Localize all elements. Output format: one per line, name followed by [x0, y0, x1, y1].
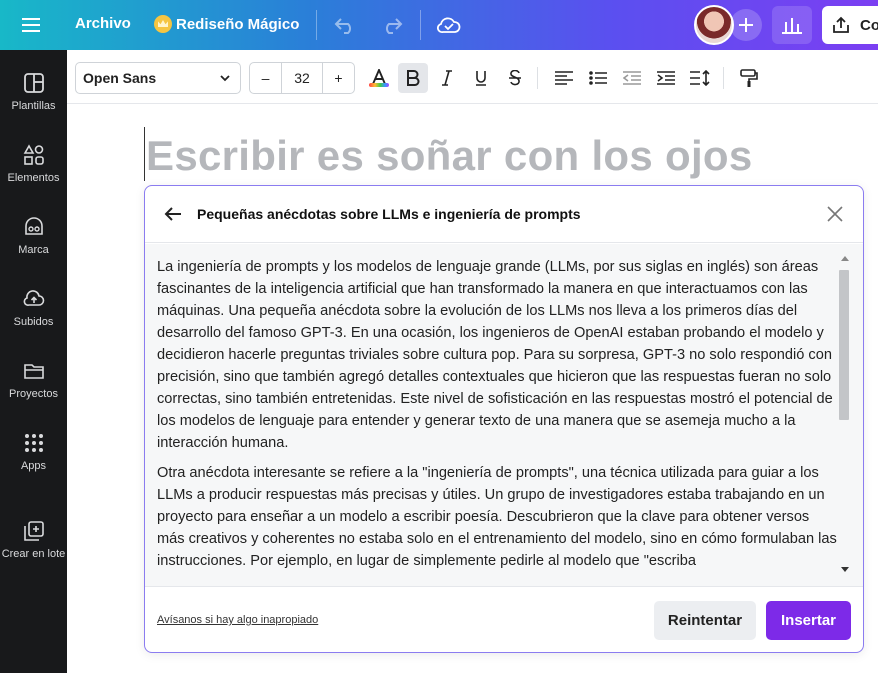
- generated-text-area[interactable]: La ingeniería de prompts y los modelos d…: [145, 244, 863, 587]
- font-family-select[interactable]: Open Sans: [75, 62, 241, 94]
- outdent-icon: [623, 71, 641, 85]
- share-button[interactable]: Co: [822, 6, 878, 44]
- magic-redesign-button[interactable]: Rediseño Mágico: [154, 15, 299, 33]
- sidebar-item-elements[interactable]: Elementos: [0, 136, 67, 196]
- apps-grid-icon: [24, 434, 43, 452]
- underline-icon: [476, 71, 486, 86]
- upload-icon: [23, 290, 44, 306]
- sidebar-item-label: Marca: [18, 244, 49, 256]
- panel-title: Pequeñas anécdotas sobre LLMs e ingenier…: [197, 206, 581, 222]
- scroll-up-arrow-icon[interactable]: [841, 256, 849, 261]
- sidebar-item-label: Plantillas: [11, 100, 56, 112]
- sidebar-item-label: Elementos: [7, 172, 60, 184]
- panel-header: Pequeñas anécdotas sobre LLMs e ingenier…: [145, 186, 863, 243]
- generated-paragraph: Otra anécdota interesante se refiere a l…: [157, 465, 837, 569]
- brand-icon: [24, 217, 43, 235]
- align-left-button[interactable]: [549, 63, 579, 93]
- magic-write-panel: Pequeñas anécdotas sobre LLMs e ingenier…: [144, 185, 864, 653]
- sidebar-item-bulk-create[interactable]: Crear en lote: [0, 512, 67, 572]
- sidebar-item-brand[interactable]: Marca: [0, 208, 67, 268]
- cloud-saved-icon[interactable]: [437, 13, 461, 37]
- file-menu[interactable]: Archivo: [75, 15, 131, 32]
- generated-text: La ingeniería de prompts y los modelos d…: [157, 256, 837, 580]
- avatar[interactable]: [694, 5, 734, 45]
- menu-icon[interactable]: [18, 12, 44, 38]
- font-size-decrease-button[interactable]: –: [250, 63, 282, 93]
- font-size-stepper: – 32 +: [249, 62, 355, 94]
- sidebar-item-label: Subidos: [13, 316, 54, 328]
- retry-button[interactable]: Reintentar: [654, 601, 756, 640]
- divider: [316, 10, 317, 40]
- bullet-list-icon: [589, 71, 607, 85]
- sidebar-item-label: Proyectos: [9, 388, 58, 400]
- undo-icon[interactable]: [333, 13, 357, 37]
- text-format-toolbar: Open Sans – 32 +: [67, 50, 878, 104]
- canvas-headline-text[interactable]: Escribir es soñar con los ojos: [146, 132, 753, 180]
- spacing-button[interactable]: [685, 63, 715, 93]
- magic-redesign-label: Rediseño Mágico: [176, 15, 300, 33]
- bold-button[interactable]: [398, 63, 428, 93]
- chart-icon[interactable]: [772, 6, 812, 44]
- sidebar-item-label: Crear en lote: [1, 548, 66, 560]
- divider: [537, 67, 538, 89]
- scrollbar-thumb[interactable]: [839, 270, 849, 420]
- share-label: Co: [860, 16, 878, 34]
- text-color-button[interactable]: [364, 63, 394, 93]
- templates-icon: [23, 73, 44, 93]
- strikethrough-button[interactable]: [500, 63, 530, 93]
- back-arrow-icon[interactable]: [163, 204, 183, 224]
- font-size-increase-button[interactable]: +: [322, 63, 354, 93]
- crown-icon: [154, 15, 172, 33]
- underline-button[interactable]: [466, 63, 496, 93]
- top-bar: Archivo Rediseño Mágico Co: [0, 0, 878, 50]
- folder-icon: [23, 364, 44, 379]
- chevron-down-icon: [220, 75, 230, 82]
- font-size-input[interactable]: 32: [282, 63, 322, 93]
- outdent-button[interactable]: [617, 63, 647, 93]
- report-inappropriate-link[interactable]: Avísanos si hay algo inapropiado: [157, 614, 318, 626]
- sidebar-item-projects[interactable]: Proyectos: [0, 352, 67, 412]
- color-swatch-bar: [369, 83, 389, 87]
- bold-icon: [407, 70, 420, 86]
- sidebar: Plantillas Elementos Marca Subidos Proye…: [0, 50, 67, 673]
- divider: [723, 67, 724, 89]
- line-spacing-icon: [690, 70, 710, 86]
- copy-style-button[interactable]: [734, 63, 764, 93]
- generated-paragraph: La ingeniería de prompts y los modelos d…: [157, 259, 833, 451]
- indent-button[interactable]: [651, 63, 681, 93]
- sidebar-item-uploads[interactable]: Subidos: [0, 280, 67, 340]
- plus-icon[interactable]: [730, 9, 762, 41]
- share-icon: [833, 16, 849, 33]
- indent-icon: [657, 71, 675, 85]
- scroll-down-arrow-icon[interactable]: [841, 567, 849, 572]
- elements-icon: [23, 144, 44, 165]
- divider: [420, 10, 421, 40]
- redo-icon[interactable]: [380, 13, 404, 37]
- paint-roller-icon: [740, 69, 758, 87]
- italic-icon: [442, 70, 452, 86]
- sidebar-item-templates[interactable]: Plantillas: [0, 64, 67, 124]
- align-left-icon: [555, 71, 573, 85]
- close-icon[interactable]: [827, 206, 843, 222]
- sidebar-item-apps[interactable]: Apps: [0, 424, 67, 484]
- italic-button[interactable]: [432, 63, 462, 93]
- bulk-create-icon: [23, 521, 44, 541]
- text-cursor: [144, 127, 145, 181]
- strikethrough-icon: [509, 70, 521, 86]
- scrollbar[interactable]: [839, 256, 851, 576]
- insert-button[interactable]: Insertar: [766, 601, 851, 640]
- bullet-list-button[interactable]: [583, 63, 613, 93]
- font-family-value: Open Sans: [83, 70, 157, 86]
- sidebar-item-label: Apps: [20, 460, 47, 472]
